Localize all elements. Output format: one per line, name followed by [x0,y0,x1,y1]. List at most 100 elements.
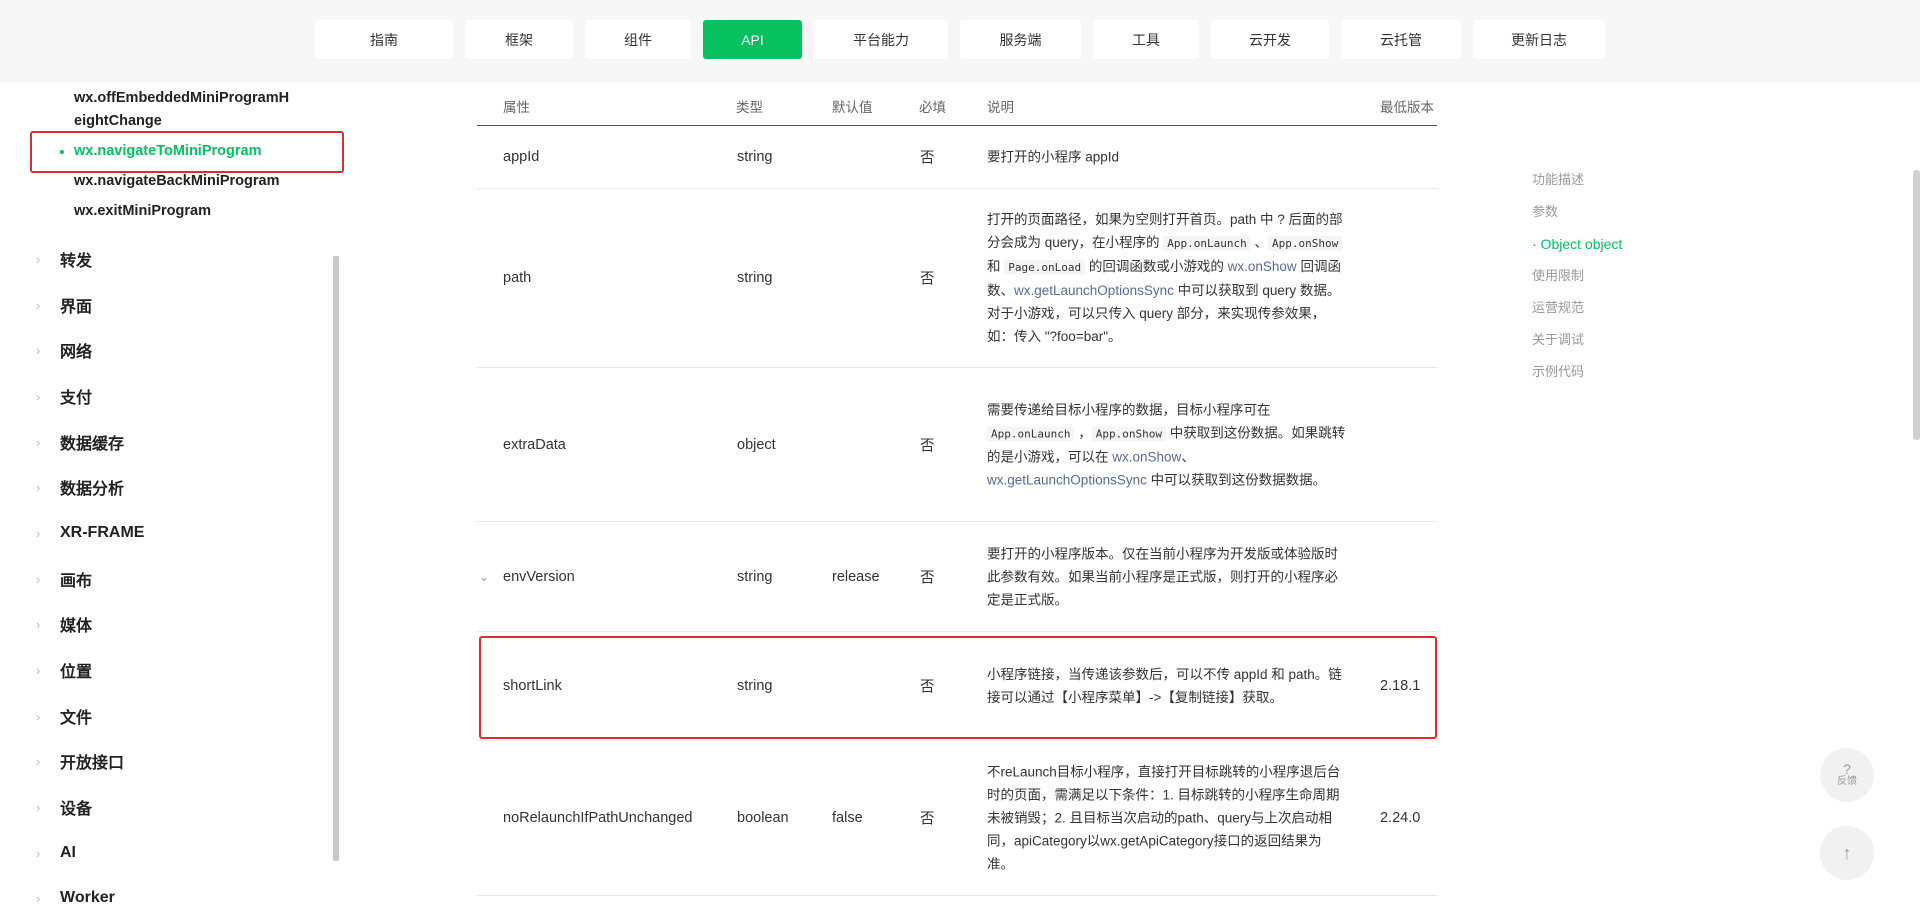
sidebar-category-ai[interactable]: › AI [36,841,76,865]
cell-desc: 要打开的小程序版本。仅在当前小程序为开发版或体验版时此参数有效。如果当前小程序是… [987,546,1338,607]
chevron-right-icon: › [36,890,41,906]
code-snippet: App.onLaunch [1163,236,1251,251]
sidebar-category-label: 画布 [60,573,93,590]
feedback-button[interactable]: ? 反馈 [1820,748,1874,802]
table-row: ⌄ envVersion string release 否 要打开的小程序版本。… [477,522,1437,632]
sidebar-category-forward[interactable]: › 转发 [36,247,92,271]
table-row: path string 否 打开的页面路径，如果为空则打开首页。path 中 ?… [477,189,1437,368]
sidebar-category-media[interactable]: › 媒体 [36,612,92,636]
sidebar-category-location[interactable]: › 位置 [36,658,92,682]
desc-text: 需要传递给目标小程序的数据，目标小程序可在 [987,402,1271,417]
sidebar-category-label: XR-FRAME [60,524,145,541]
sidebar-category-canvas[interactable]: › 画布 [36,567,92,591]
tab-cloud-hosting[interactable]: 云托管 [1341,20,1461,59]
sidebar-category-label: 文件 [60,710,93,727]
tab-changelog[interactable]: 更新日志 [1473,20,1605,59]
sidebar-category-open-api[interactable]: › 开放接口 [36,749,124,773]
desc-text: 中可以获取到这份数据数据。 [1146,472,1327,487]
tab-platform[interactable]: 平台能力 [814,20,948,59]
sidebar-category-storage[interactable]: › 数据缓存 [36,430,124,454]
desc-text: 、 [1181,449,1195,464]
cell-required: 否 [920,811,935,828]
table-of-contents: 功能描述 参数 · Object object 使用限制 运营规范 关于调试 示… [1532,164,1622,388]
cell-required: 否 [920,271,935,288]
sidebar: wx.offEmbeddedMiniProgramH eightChange w… [0,82,344,919]
tab-cloud-dev[interactable]: 云开发 [1211,20,1329,59]
tab-tools[interactable]: 工具 [1093,20,1199,59]
cell-required: 否 [920,150,935,167]
tab-guide[interactable]: 指南 [315,20,453,59]
cell-desc: 要打开的小程序 appId [987,149,1120,165]
toc-item[interactable]: 功能描述 [1532,164,1622,196]
sidebar-category-worker[interactable]: › Worker [36,886,115,910]
chevron-right-icon: › [36,753,41,769]
sidebar-category-label: 位置 [60,664,93,681]
question-icon: ? [1843,761,1851,777]
chevron-right-icon: › [36,708,41,724]
sidebar-category-device[interactable]: › 设备 [36,795,92,819]
chevron-right-icon: › [36,662,41,678]
chevron-right-icon: › [36,342,41,358]
sidebar-item-label: eightChange [74,113,162,129]
chevron-down-icon[interactable]: ⌄ [479,570,489,584]
highlight-box [30,131,344,173]
table-header: 属性 类型 默认值 必填 说明 最低版本 [477,84,1437,126]
chevron-right-icon: › [36,388,41,404]
sidebar-category-label: 开放接口 [60,755,125,772]
sidebar-item-label: wx.offEmbeddedMiniProgramH [74,90,290,106]
tab-components[interactable]: 组件 [585,20,691,59]
column-header-version: 最低版本 [1380,100,1434,115]
cell-type: string [737,149,773,165]
chevron-right-icon: › [36,845,41,861]
top-navigation-bar: 指南 框架 组件 API 平台能力 服务端 工具 云开发 云托管 更新日志 [0,0,1920,82]
link-wx-onshow[interactable]: wx.onShow [1228,259,1297,274]
sidebar-scrollbar[interactable] [333,256,339,861]
sidebar-category-label: 支付 [60,390,93,407]
tab-framework[interactable]: 框架 [465,20,573,59]
sidebar-category-label: 数据缓存 [60,436,125,453]
cell-type: string [737,270,773,286]
table-row: noRelaunchIfPathUnchanged boolean false … [477,741,1437,896]
table-row: extraData object 否 需要传递给目标小程序的数据，目标小程序可在… [477,368,1437,522]
sidebar-category-xr-frame[interactable]: › XR-FRAME [36,521,144,545]
sidebar-category-network[interactable]: › 网络 [36,338,92,362]
chevron-right-icon: › [36,616,41,632]
cell-default: release [832,568,880,585]
sidebar-category-label: 数据分析 [60,481,125,498]
sidebar-category-label: 媒体 [60,618,93,635]
toc-item[interactable]: 使用限制 [1532,260,1622,292]
chevron-right-icon: › [36,799,41,815]
sidebar-category-label: 网络 [60,344,93,361]
sidebar-category-label: 界面 [60,299,93,316]
sidebar-category-label: 设备 [60,801,93,818]
column-header-attr: 属性 [503,100,530,115]
link-get-launch-options-sync[interactable]: wx.getLaunchOptionsSync [987,472,1147,487]
page-scrollbar[interactable] [1913,170,1920,440]
sidebar-category-file[interactable]: › 文件 [36,704,92,728]
cell-desc: 不reLaunch目标小程序，直接打开目标跳转的小程序退后台时的页面，需满足以下… [987,764,1341,872]
back-to-top-button[interactable]: ↑ [1820,826,1874,880]
toc-item[interactable]: 关于调试 [1532,324,1622,356]
toc-item[interactable]: 示例代码 [1532,356,1622,388]
toc-item-active[interactable]: · Object object [1532,228,1622,260]
chevron-right-icon: › [36,571,41,587]
highlight-box [479,636,1437,739]
tab-server[interactable]: 服务端 [960,20,1081,59]
link-wx-onshow[interactable]: wx.onShow [1112,449,1181,464]
sidebar-item-off-embedded[interactable]: wx.offEmbeddedMiniProgramH eightChange [74,87,289,133]
tab-api[interactable]: API [703,20,802,59]
cell-required: 否 [920,438,935,454]
sidebar-category-interface[interactable]: › 界面 [36,293,92,317]
desc-text: ， [1074,425,1092,440]
chevron-right-icon: › [36,297,41,313]
cell-attr: appId [503,149,540,165]
sidebar-category-payment[interactable]: › 支付 [36,384,92,408]
toc-item[interactable]: 参数 [1532,196,1622,228]
sidebar-item-exit-mini-program[interactable]: wx.exitMiniProgram [74,200,211,223]
desc-text: 和 [987,259,1005,274]
sidebar-category-label: Worker [60,889,115,906]
sidebar-item-navigate-back-mini-program[interactable]: wx.navigateBackMiniProgram [74,170,280,193]
sidebar-category-analytics[interactable]: › 数据分析 [36,475,124,499]
link-get-launch-options-sync[interactable]: wx.getLaunchOptionsSync [1014,283,1174,298]
toc-item[interactable]: 运营规范 [1532,292,1622,324]
